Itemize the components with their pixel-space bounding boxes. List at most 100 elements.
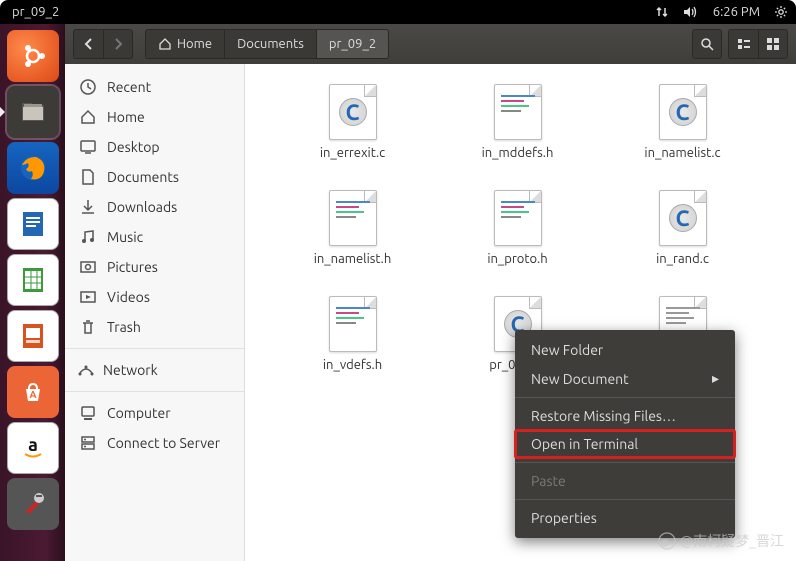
- file-icon: [494, 84, 542, 140]
- sidebar-item-label: Desktop: [107, 139, 160, 155]
- sidebar-item-label: Trash: [107, 319, 141, 335]
- network-icon[interactable]: [655, 5, 669, 19]
- sidebar-item-videos[interactable]: Videos: [65, 282, 244, 312]
- dash-icon[interactable]: [7, 30, 59, 82]
- file-item[interactable]: in_namelist.h: [275, 190, 430, 266]
- music-icon: [79, 228, 97, 246]
- sidebar-item-downloads[interactable]: Downloads: [65, 192, 244, 222]
- sidebar-item-music[interactable]: Music: [65, 222, 244, 252]
- file-item[interactable]: in_errexit.c: [275, 84, 430, 160]
- search-button[interactable]: [692, 29, 722, 59]
- home-icon: [158, 37, 172, 51]
- cm-open-terminal[interactable]: Open in Terminal: [515, 430, 735, 458]
- file-item[interactable]: in_mddefs.h: [440, 84, 595, 160]
- forward-button[interactable]: [103, 29, 133, 59]
- breadcrumb-documents[interactable]: Documents: [225, 29, 317, 59]
- breadcrumb-label: Documents: [237, 37, 304, 51]
- network-icon: [77, 361, 95, 379]
- file-item[interactable]: in_vdefs.h: [275, 296, 430, 372]
- sidebar-item-label: Connect to Server: [107, 435, 220, 451]
- sidebar-item-pictures[interactable]: Pictures: [65, 252, 244, 282]
- amazon-launcher-icon[interactable]: a: [7, 422, 59, 474]
- downloads-icon: [79, 198, 97, 216]
- calc-launcher-icon[interactable]: [7, 254, 59, 306]
- file-icon: [494, 190, 542, 246]
- list-view-button[interactable]: [728, 29, 758, 59]
- clock[interactable]: 6:26 PM: [713, 5, 760, 19]
- cm-separator: [515, 462, 735, 463]
- file-name: in_proto.h: [487, 252, 547, 266]
- menubar: pr_09_2 6:26 PM: [0, 0, 796, 24]
- sidebar-item-label: Pictures: [107, 259, 158, 275]
- breadcrumb-current[interactable]: pr_09_2: [317, 29, 389, 59]
- file-icon: [329, 296, 377, 352]
- file-item[interactable]: in_proto.h: [440, 190, 595, 266]
- cm-paste: Paste: [515, 467, 735, 495]
- server-icon: [79, 434, 97, 452]
- sidebar-item-recent[interactable]: Recent: [65, 72, 244, 102]
- places-sidebar: Recent Home Desktop Documents Downloads Music…: [65, 64, 245, 561]
- files-launcher-icon[interactable]: [7, 86, 59, 138]
- file-name: in_vdefs.h: [323, 358, 382, 372]
- desktop-icon: [79, 138, 97, 156]
- cm-new-document[interactable]: New Document▸: [515, 364, 735, 393]
- impress-launcher-icon[interactable]: [7, 310, 59, 362]
- sidebar-item-label: Computer: [107, 405, 171, 421]
- computer-icon: [79, 404, 97, 422]
- svg-text:a: a: [28, 435, 38, 455]
- grid-view-button[interactable]: [758, 29, 788, 59]
- sidebar-item-label: Recent: [107, 79, 151, 95]
- nav-buttons: [73, 29, 133, 59]
- system-tray: 6:26 PM: [655, 5, 788, 19]
- sidebar-item-label: Downloads: [107, 199, 177, 215]
- file-name: in_rand.c: [656, 252, 709, 266]
- back-button[interactable]: [73, 29, 103, 59]
- unity-launcher: A a: [0, 24, 65, 561]
- sidebar-item-computer[interactable]: Computer: [65, 398, 244, 428]
- breadcrumb: Home Documents pr_09_2: [145, 29, 686, 59]
- sidebar-network-header[interactable]: Network: [65, 355, 244, 385]
- window-title: pr_09_2: [8, 5, 655, 19]
- file-icon: [329, 190, 377, 246]
- file-name: in_mddefs.h: [482, 146, 554, 160]
- breadcrumb-label: pr_09_2: [329, 37, 376, 51]
- breadcrumb-home[interactable]: Home: [145, 29, 225, 59]
- watermark: @南柯疑梦_晋江: [658, 531, 784, 551]
- sidebar-item-label: Home: [107, 109, 145, 125]
- clock-icon: [79, 78, 97, 96]
- gear-icon[interactable]: [774, 5, 788, 19]
- cm-restore-missing[interactable]: Restore Missing Files…: [515, 402, 735, 430]
- breadcrumb-label: Home: [177, 37, 212, 51]
- file-name: in_errexit.c: [320, 146, 385, 160]
- cm-new-folder[interactable]: New Folder: [515, 336, 735, 364]
- file-icon: [329, 84, 377, 140]
- cm-properties[interactable]: Properties: [515, 504, 735, 532]
- file-icon: [659, 190, 707, 246]
- writer-launcher-icon[interactable]: [7, 198, 59, 250]
- firefox-launcher-icon[interactable]: [7, 142, 59, 194]
- home-icon: [79, 108, 97, 126]
- software-launcher-icon[interactable]: A: [7, 366, 59, 418]
- sidebar-separator: [65, 391, 244, 392]
- toolbar: Home Documents pr_09_2: [65, 24, 796, 64]
- file-name: in_namelist.c: [644, 146, 720, 160]
- sidebar-item-connect-to-server[interactable]: Connect to Server: [65, 428, 244, 458]
- sidebar-item-documents[interactable]: Documents: [65, 162, 244, 192]
- cm-separator: [515, 499, 735, 500]
- file-icon: [659, 84, 707, 140]
- trash-icon: [79, 318, 97, 336]
- settings-launcher-icon[interactable]: [7, 478, 59, 530]
- videos-icon: [79, 288, 97, 306]
- weibo-icon: [658, 532, 676, 550]
- sidebar-item-label: Videos: [107, 289, 150, 305]
- context-menu: New Folder New Document▸ Restore Missing…: [515, 330, 735, 538]
- volume-icon[interactable]: [683, 5, 699, 19]
- sidebar-item-trash[interactable]: Trash: [65, 312, 244, 342]
- sidebar-item-home[interactable]: Home: [65, 102, 244, 132]
- sidebar-item-desktop[interactable]: Desktop: [65, 132, 244, 162]
- file-item[interactable]: in_rand.c: [605, 190, 760, 266]
- sidebar-separator: [65, 348, 244, 349]
- sidebar-item-label: Music: [107, 229, 143, 245]
- file-item[interactable]: in_namelist.c: [605, 84, 760, 160]
- chevron-right-icon: ▸: [712, 370, 719, 387]
